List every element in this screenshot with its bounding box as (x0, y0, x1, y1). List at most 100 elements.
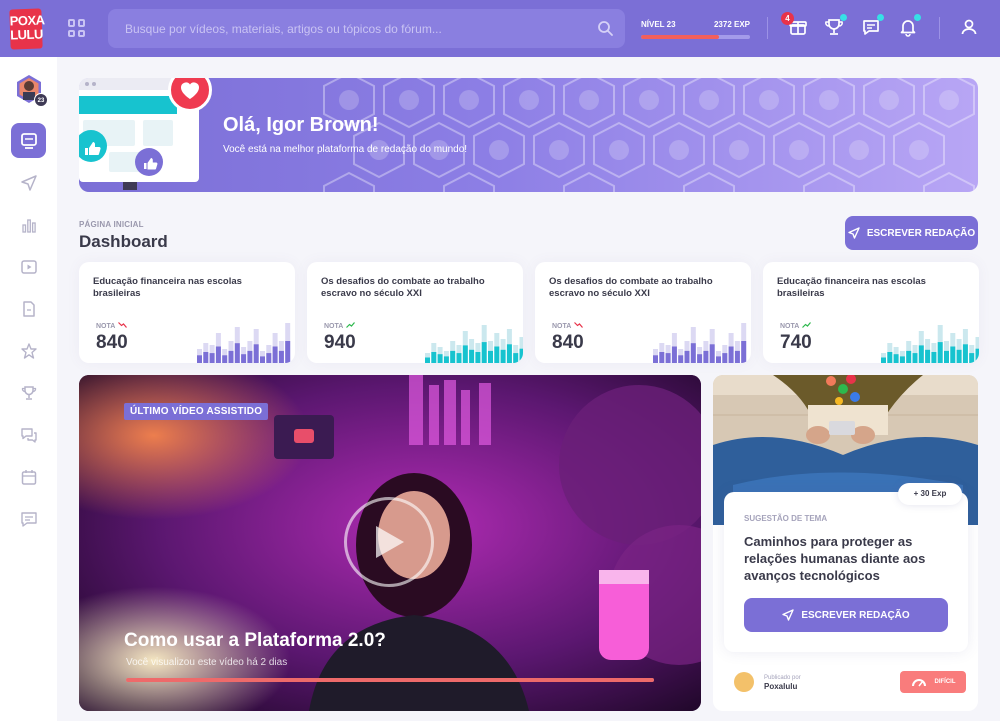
card-title: Educação financeira nas escolas brasilei… (777, 276, 926, 299)
play-button[interactable] (344, 497, 434, 587)
forum-icon (20, 427, 37, 443)
trend-down-icon (574, 322, 584, 330)
card-title: Educação financeira nas escolas brasilei… (93, 276, 242, 299)
sidebar-item-favorites[interactable] (11, 333, 46, 368)
score-bar (494, 346, 500, 363)
score-bar (253, 344, 259, 363)
sidebar-item-stats[interactable] (11, 207, 46, 242)
video-progress-fill (126, 678, 654, 682)
search-icon[interactable] (597, 20, 613, 36)
score-card[interactable]: Os desafios do combate ao trabalho escra… (535, 262, 751, 363)
apps-grid-icon[interactable] (68, 19, 86, 37)
score-bar (734, 350, 740, 363)
score-bar (481, 342, 487, 363)
level-bar (641, 35, 750, 39)
sidebar-item-videos[interactable] (11, 249, 46, 284)
chat-icon[interactable] (860, 14, 884, 38)
exp-reward-badge: + 30 Exp (898, 483, 962, 505)
score-bar (203, 352, 209, 363)
exp-label: 2372 EXP (713, 20, 750, 29)
score-bar (925, 349, 931, 363)
gift-icon[interactable]: 4 (781, 12, 809, 38)
score-bar (228, 350, 234, 363)
score-bar (209, 353, 215, 363)
score-bar (215, 346, 221, 363)
score-card[interactable]: Educação financeira nas escolas brasilei… (763, 262, 979, 363)
score-bar (431, 352, 437, 363)
score-bar (443, 356, 449, 363)
score-history-chart (653, 323, 747, 363)
document-icon (22, 300, 35, 317)
score-bar (678, 355, 684, 363)
level-progress: NÍVEL 23 2372 EXP (641, 20, 750, 39)
score-bar (881, 357, 886, 363)
search-bar (108, 9, 625, 48)
trend-down-icon (118, 322, 128, 330)
publisher-avatar (734, 672, 754, 692)
video-icon (20, 259, 37, 274)
suggestion-label: SUGESTÃO DE TEMA (744, 514, 828, 523)
score-bar (247, 350, 253, 363)
logo-line-2: LULU (9, 25, 44, 43)
nota-label: NOTA (780, 322, 812, 330)
logo[interactable]: POXA LULU (9, 7, 45, 50)
published-by-label: Publicado por (764, 675, 801, 681)
score-bar (893, 354, 899, 363)
score-card[interactable]: Educação financeira nas escolas brasilei… (79, 262, 295, 363)
score-bar (944, 350, 949, 363)
write-essay-button[interactable]: ESCREVER REDAÇÃO (744, 598, 948, 632)
score-bar (653, 355, 658, 363)
trophy-icon[interactable] (823, 14, 847, 38)
score-value: 840 (552, 332, 584, 353)
trend-up-icon (346, 322, 356, 330)
video-progress-bar[interactable] (126, 678, 654, 682)
score-bar (241, 354, 247, 363)
score-bar (278, 350, 284, 363)
theme-suggestion-card: + 30 Exp SUGESTÃO DE TEMA Caminhos para … (713, 375, 978, 711)
bell-icon[interactable] (897, 14, 921, 38)
search-input[interactable] (125, 21, 585, 36)
sidebar-item-documents[interactable] (11, 291, 46, 326)
level-bar-fill (641, 35, 720, 39)
difficulty-badge: DIFÍCIL (900, 671, 966, 693)
sidebar-item-calendar[interactable] (11, 459, 46, 494)
avatar[interactable]: 23 (14, 74, 48, 107)
score-bar (912, 353, 918, 363)
score-bar (500, 349, 506, 363)
score-bar (962, 344, 968, 363)
score-bar (956, 349, 962, 363)
sidebar-item-forum[interactable] (11, 417, 46, 452)
write-essay-button[interactable]: ESCREVER REDAÇÃO (845, 216, 978, 250)
trophy-icon (21, 385, 36, 400)
divider (767, 17, 768, 39)
user-icon[interactable] (958, 16, 980, 38)
sidebar-item-ranking[interactable] (11, 375, 46, 410)
score-bar (462, 345, 468, 363)
score-bar (513, 353, 519, 363)
score-bar (665, 353, 671, 363)
score-bar (450, 350, 456, 363)
score-bar (272, 346, 278, 363)
play-icon (376, 526, 404, 558)
score-card[interactable]: Os desafios do combate ao trabalho escra… (307, 262, 523, 363)
send-icon (848, 227, 860, 239)
write-essay-label: ESCREVER REDAÇÃO (866, 227, 976, 239)
publisher-name: Poxalulu (764, 682, 798, 691)
score-bar (285, 341, 291, 363)
score-history-chart (425, 325, 523, 363)
score-value: 740 (780, 332, 812, 353)
page-title: Dashboard (79, 232, 168, 251)
divider (939, 17, 940, 39)
gauge-icon (911, 679, 926, 687)
trend-up-icon (802, 322, 812, 330)
calendar-icon (21, 469, 36, 485)
nota-label: NOTA (96, 322, 128, 330)
difficulty-label: DIFÍCIL (934, 679, 956, 685)
sidebar-item-dashboard[interactable] (11, 123, 46, 158)
last-watched-video[interactable]: ÚLTIMO VÍDEO ASSISTIDO Como usar a Plata… (79, 375, 701, 711)
sidebar: 23 (0, 57, 57, 721)
score-bar (475, 352, 481, 363)
sidebar-item-messages[interactable] (11, 501, 46, 536)
score-bar (937, 342, 943, 363)
sidebar-item-send[interactable] (11, 165, 46, 200)
